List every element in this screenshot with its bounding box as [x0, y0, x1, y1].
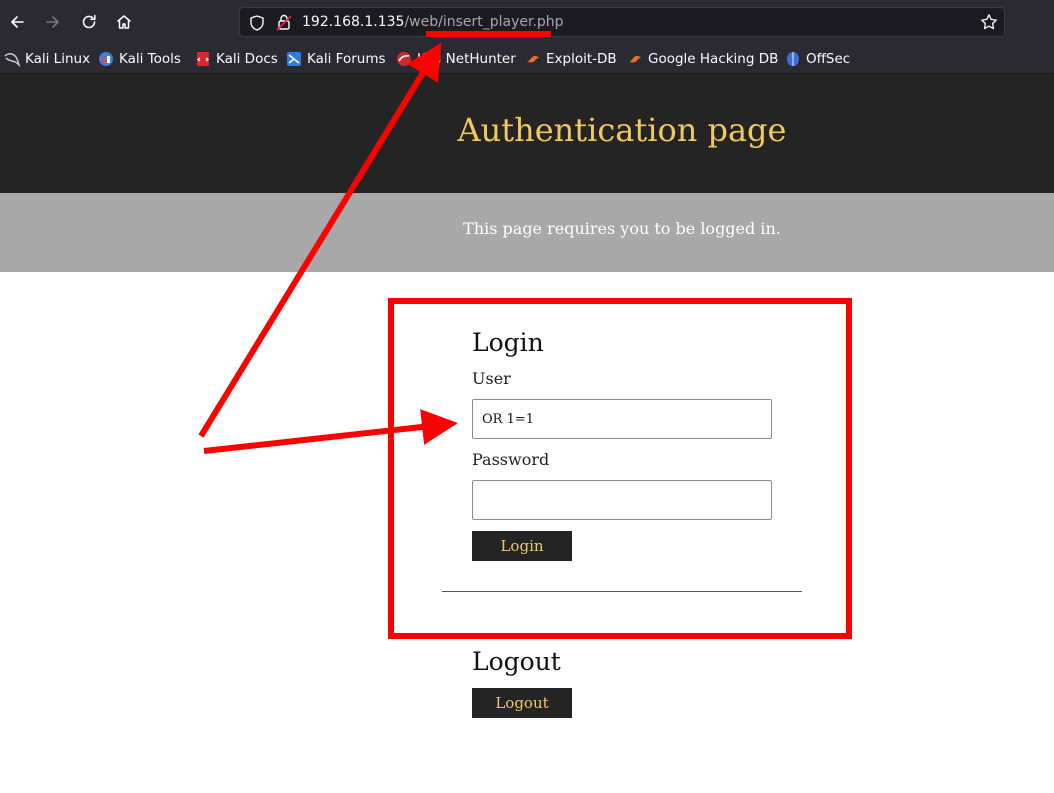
bookmark-exploit-db[interactable]: Exploit-DB [525, 49, 617, 69]
bookmark-label: Google Hacking DB [648, 51, 779, 67]
url-host: 192.168.1.135 [302, 14, 405, 30]
bookmark-label: Kali Linux [25, 51, 91, 67]
home-button[interactable] [110, 8, 138, 36]
bookmark-kali-forums[interactable]: Kali Forums [286, 49, 386, 69]
reload-icon [82, 14, 96, 29]
password-input[interactable] [472, 480, 772, 520]
login-required-notice: This page requires you to be logged in. [463, 219, 781, 238]
user-input[interactable] [472, 399, 772, 439]
offsec-icon [787, 52, 799, 66]
notice-bar: This page requires you to be logged in. [0, 193, 1054, 272]
bookmark-kali-nethunter[interactable]: Kali NetHunter [396, 49, 516, 69]
bookmark-label: Kali NetHunter [417, 51, 516, 67]
logout-heading: Logout [472, 647, 561, 676]
home-icon [117, 15, 131, 29]
kali-nethunter-icon [397, 52, 411, 66]
bookmark-label: OffSec [806, 51, 851, 67]
bookmark-kali-docs[interactable]: Kali Docs [195, 49, 278, 69]
ghdb-icon [629, 55, 641, 63]
page-header: Authentication page [0, 74, 1054, 193]
login-button[interactable]: Login [472, 531, 572, 561]
kali-tools-icon [99, 52, 113, 66]
bookmark-star-icon[interactable] [980, 13, 998, 31]
bookmarks-toolbar: Kali Linux Kali Tools Kali Docs Kali For… [0, 44, 1054, 74]
bookmark-label: Exploit-DB [546, 51, 617, 67]
back-arrow-icon [11, 16, 24, 28]
exploit-db-icon [527, 55, 539, 63]
forward-button[interactable] [39, 8, 67, 36]
url-path: /web/insert_player.php [404, 14, 564, 30]
highlight-box [388, 298, 852, 639]
bookmark-kali-linux[interactable]: Kali Linux [4, 49, 90, 69]
url-text[interactable]: 192.168.1.135/web/insert_player.php [302, 14, 564, 30]
tracking-shield-icon[interactable] [248, 14, 266, 32]
browser-toolbar: 192.168.1.135/web/insert_player.php [0, 0, 1054, 44]
kali-dragon-icon [4, 53, 20, 67]
bookmark-label: Kali Tools [119, 51, 181, 67]
bookmark-kali-tools[interactable]: Kali Tools [98, 49, 181, 69]
bookmark-label: Kali Forums [307, 51, 386, 67]
page-title: Authentication page [457, 111, 787, 149]
logout-button[interactable]: Logout [472, 688, 572, 718]
password-label: Password [472, 450, 550, 469]
back-button[interactable] [3, 8, 31, 36]
section-divider [442, 591, 802, 592]
forward-arrow-icon [46, 16, 59, 28]
kali-forums-icon [287, 52, 301, 66]
kali-docs-icon [197, 52, 209, 66]
arrow-to-user-input [203, 409, 458, 454]
login-heading: Login [472, 328, 544, 357]
insecure-lock-icon[interactable] [276, 13, 292, 31]
bookmark-google-hacking-db[interactable]: Google Hacking DB [627, 49, 778, 69]
reload-button[interactable] [75, 8, 103, 36]
bookmark-offsec[interactable]: OffSec [785, 49, 850, 69]
bookmark-label: Kali Docs [216, 51, 278, 67]
user-label: User [472, 369, 511, 388]
address-bar[interactable]: 192.168.1.135/web/insert_player.php [239, 7, 1005, 37]
